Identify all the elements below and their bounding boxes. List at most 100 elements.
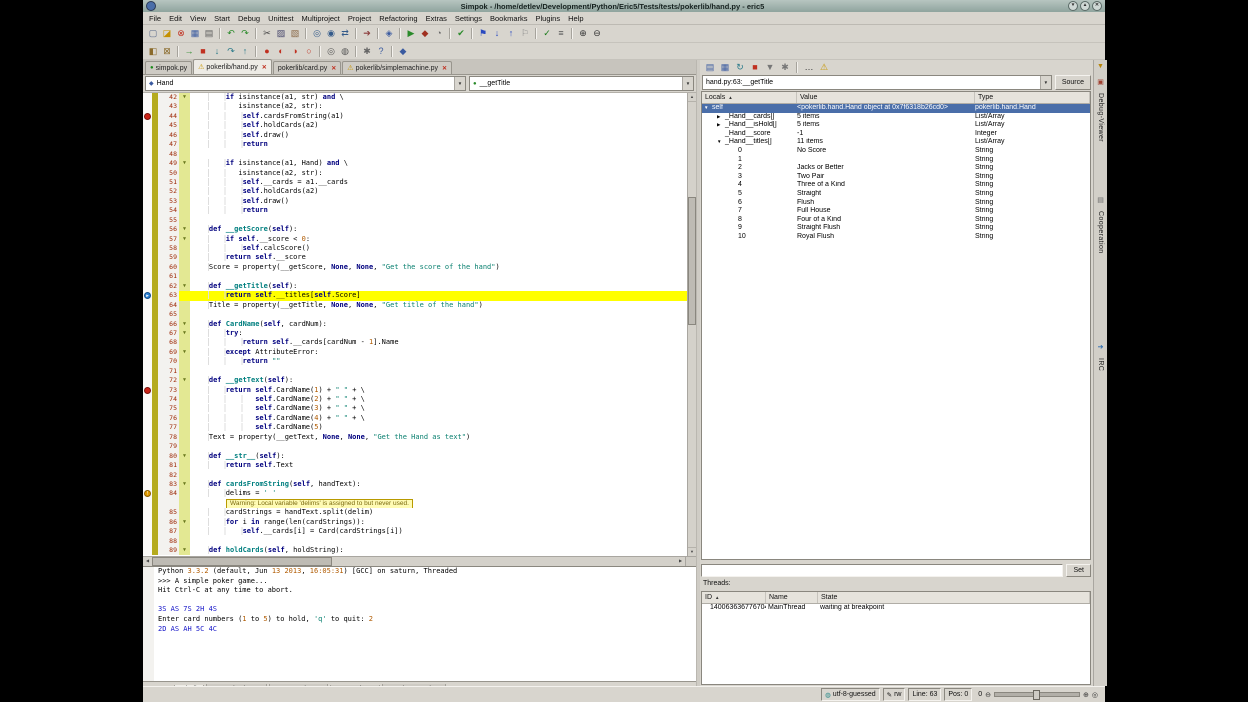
editor-line[interactable]: 42▼ if isinstance(a1, str) and \ [143,93,687,102]
save-icon[interactable]: ▦ [188,27,202,40]
line-number[interactable]: 82 [158,471,179,480]
marker-margin[interactable] [143,282,152,291]
column-header-name[interactable]: Name [766,592,818,603]
editor-line[interactable]: 62▼ def __getTitle(self): [143,282,687,291]
editor-line[interactable]: 74 self.CardName(2) + " " + \ [143,395,687,404]
line-number[interactable]: 52 [158,187,179,196]
file-tab[interactable]: ⚠pokerlib/hand.py✕ [193,59,272,74]
line-number[interactable]: 83 [158,480,179,489]
editor-line[interactable]: 70 return "" [143,357,687,366]
menu-file[interactable]: File [145,14,165,23]
line-number[interactable]: 78 [158,433,179,442]
fold-margin[interactable]: ▼ [179,235,190,244]
exception-icon[interactable]: ⚠ [817,61,831,74]
line-number[interactable]: 48 [158,150,179,159]
editor-line[interactable]: 68 return self.__cards[cardNum - 1].Name [143,338,687,347]
fold-margin[interactable] [179,386,190,395]
locals-row[interactable]: 5StraightString [702,190,1090,199]
redo-icon[interactable]: ↷ [238,27,252,40]
profile-script-icon[interactable]: ◔ [432,27,446,40]
line-number[interactable]: 50 [158,169,179,178]
editor-line[interactable]: 45 self.holdCards(a2) [143,121,687,130]
step-icon[interactable]: ↓ [210,45,224,58]
replace-icon[interactable]: ⇄ [338,27,352,40]
fold-margin[interactable] [179,197,190,206]
locals-row[interactable]: 4Three of a KindString [702,181,1090,190]
fold-margin[interactable] [179,263,190,272]
marker-margin[interactable] [143,376,152,385]
filter-icon[interactable]: ▼ [763,61,777,74]
editor-line[interactable]: 47 return [143,140,687,149]
locals-row[interactable]: 9Straight FlushString [702,224,1090,233]
fold-margin[interactable] [179,150,190,159]
locals-row[interactable]: 2Jacks or BetterString [702,164,1090,173]
editor-line[interactable]: 71 [143,367,687,376]
close-tab-icon[interactable]: ✕ [442,65,447,72]
editor-line[interactable]: 75 self.CardName(3) + " " + \ [143,404,687,413]
line-number[interactable]: 79 [158,442,179,451]
previous-breakpoint-icon[interactable]: ◑ [288,45,302,58]
marker-margin[interactable] [143,546,152,555]
column-header-locals[interactable]: Locals ▲ [702,92,797,103]
locals-row[interactable]: ▼_Hand__titles[]11 itemsList/Array [702,138,1090,147]
line-number[interactable]: 68 [158,338,179,347]
filter-icon[interactable]: ▼ [1097,63,1104,71]
irc-icon[interactable]: ➔ [1098,344,1104,352]
set-button[interactable]: Set [1066,564,1091,577]
help-icon[interactable]: ? [374,45,388,58]
encoding-indicator[interactable]: ◍ utf-8-guessed [821,688,879,701]
fold-margin[interactable] [179,423,190,432]
fold-margin[interactable]: ▼ [179,282,190,291]
marker-margin[interactable] [143,348,152,357]
fold-margin[interactable] [179,291,190,300]
locals-row[interactable]: 8Four of a KindString [702,216,1090,225]
fold-margin[interactable] [179,471,190,480]
find-file-icon[interactable]: ◎ [324,45,338,58]
line-number[interactable]: 80 [158,452,179,461]
line-number[interactable]: 76 [158,414,179,423]
scrollbar-thumb[interactable] [152,557,332,566]
zoom-in-icon[interactable]: ⊕ [1083,691,1089,699]
menu-help[interactable]: Help [564,14,587,23]
line-number[interactable]: 89 [158,546,179,555]
fold-margin[interactable]: ▼ [179,518,190,527]
column-header-state[interactable]: State [818,592,1090,603]
fold-margin[interactable]: ▼ [179,348,190,357]
locals-row[interactable]: ▶_Hand__isHold[]5 itemsList/Array [702,121,1090,130]
editor-line[interactable]: 60 Score = property(__getScore, None, No… [143,263,687,272]
fold-margin[interactable] [179,272,190,281]
cut-icon[interactable]: ✂ [260,27,274,40]
line-number[interactable]: 44 [158,112,179,121]
marker-margin[interactable] [143,310,152,319]
line-number[interactable]: 70 [158,357,179,366]
editor-line[interactable]: 43 isinstance(a2, str): [143,102,687,111]
editor-line[interactable]: 55 [143,216,687,225]
menu-refactoring[interactable]: Refactoring [375,14,421,23]
find-in-files-icon[interactable]: ◍ [338,45,352,58]
variable-filter-input[interactable] [701,564,1063,577]
file-tab[interactable]: ●simpok.py [145,61,192,74]
line-number[interactable]: 67 [158,329,179,338]
locals-row[interactable]: 7Full HouseString [702,207,1090,216]
line-number[interactable]: 45 [158,121,179,130]
marker-margin[interactable] [143,357,152,366]
line-number[interactable]: 53 [158,197,179,206]
line-number[interactable]: 88 [158,537,179,546]
close-button[interactable]: ✕ [1092,1,1102,11]
marker-margin[interactable] [143,508,152,517]
fold-margin[interactable]: ▼ [179,320,190,329]
editor-line[interactable]: 51 self.__cards = a1.__cards [143,178,687,187]
marker-margin[interactable] [143,253,152,262]
marker-margin[interactable] [143,169,152,178]
editor-line[interactable]: ▸63 return self.__titles[self.Score] [143,291,687,300]
zoom-in-icon[interactable]: ⊕ [576,27,590,40]
close-icon[interactable]: ⊗ [174,27,188,40]
shell-line[interactable]: 53S AS 7S 2H 4S [154,605,696,615]
cooperation-icon[interactable]: ▤ [1097,197,1104,205]
marker-margin[interactable] [143,433,152,442]
zoom-slider-thumb[interactable] [1033,690,1040,700]
more-button[interactable]: … [802,61,816,74]
line-number[interactable]: 69 [158,348,179,357]
bookmark-clear-icon[interactable]: ⚐ [518,27,532,40]
editor-line[interactable]: 77 self.CardName(5) [143,423,687,432]
